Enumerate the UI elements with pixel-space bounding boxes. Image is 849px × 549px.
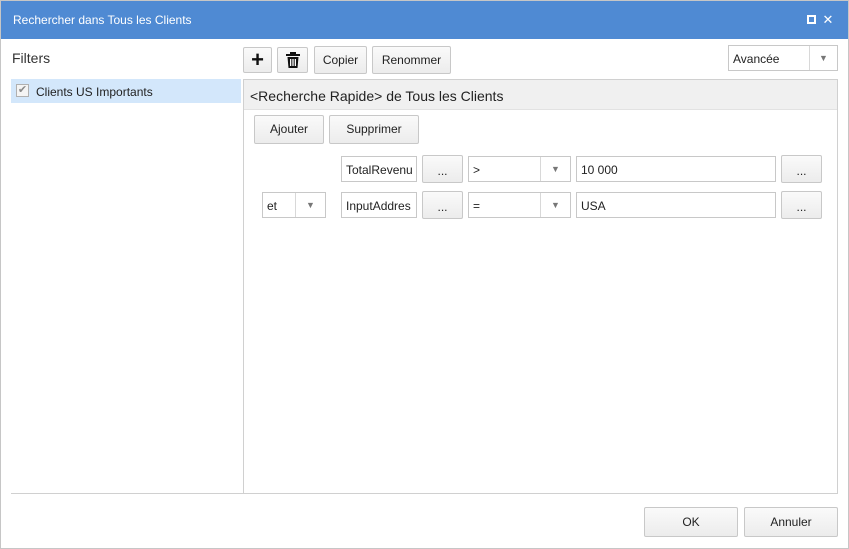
value-picker-button[interactable]: ... <box>781 191 822 219</box>
filter-item-label: Clients US Importants <box>36 85 153 99</box>
dialog-title: Rechercher dans Tous les Clients <box>13 13 192 27</box>
cancel-button[interactable]: Annuler <box>744 507 838 537</box>
operator-select[interactable]: = ▼ <box>468 192 571 218</box>
trash-icon <box>285 52 300 68</box>
filters-heading: Filters <box>12 50 51 66</box>
filter-checkbox[interactable]: ✔ <box>16 84 29 97</box>
filter-editor-title: <Recherche Rapide> de Tous les Clients <box>250 88 504 104</box>
condition-value-input[interactable]: 10 000 <box>576 156 776 182</box>
delete-filter-button[interactable] <box>277 47 308 73</box>
close-icon[interactable]: ✕ <box>821 12 835 28</box>
footer-divider <box>11 493 838 494</box>
chevron-down-icon[interactable]: ▼ <box>295 193 325 217</box>
rename-button[interactable]: Renommer <box>372 46 451 74</box>
filter-editor-header: <Recherche Rapide> de Tous les Clients <box>244 80 837 110</box>
condition-field-input[interactable]: TotalRevenu <box>341 156 417 182</box>
title-bar[interactable]: Rechercher dans Tous les Clients ✕ <box>1 1 848 39</box>
value-picker-button[interactable]: ... <box>781 155 822 183</box>
search-mode-select[interactable]: Avancée ▼ <box>728 45 838 71</box>
connector-select[interactable]: et ▼ <box>262 192 326 218</box>
search-dialog: Rechercher dans Tous les Clients ✕ Filte… <box>0 0 849 549</box>
maximize-icon[interactable] <box>805 12 819 28</box>
copy-button[interactable]: Copier <box>314 46 367 74</box>
operator-select[interactable]: > ▼ <box>468 156 571 182</box>
add-filter-button[interactable]: + <box>243 47 272 73</box>
filter-list: ✔ Clients US Importants <box>11 79 241 103</box>
field-picker-button[interactable]: ... <box>422 191 463 219</box>
search-mode-value: Avancée <box>733 52 780 66</box>
filter-item-clients-us-importants[interactable]: ✔ Clients US Importants <box>11 79 241 103</box>
chevron-down-icon[interactable]: ▼ <box>540 157 570 181</box>
chevron-down-icon[interactable]: ▼ <box>809 46 837 70</box>
remove-condition-button[interactable]: Supprimer <box>329 115 419 144</box>
condition-field-input[interactable]: InputAddres <box>341 192 417 218</box>
ok-button[interactable]: OK <box>644 507 738 537</box>
chevron-down-icon[interactable]: ▼ <box>540 193 570 217</box>
plus-icon: + <box>251 47 264 72</box>
add-condition-button[interactable]: Ajouter <box>254 115 324 144</box>
condition-value-input[interactable]: USA <box>576 192 776 218</box>
field-picker-button[interactable]: ... <box>422 155 463 183</box>
